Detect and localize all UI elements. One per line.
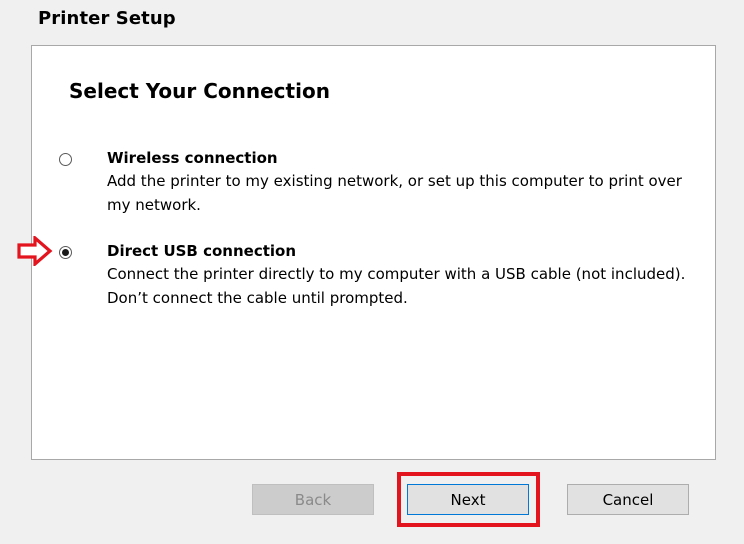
connection-panel: Select Your Connection Wireless connecti… — [31, 45, 716, 460]
radio-wireless[interactable] — [59, 153, 72, 166]
arrow-right-outline-icon — [17, 236, 53, 266]
window-title: Printer Setup — [38, 8, 176, 29]
cancel-button[interactable]: Cancel — [567, 484, 689, 515]
back-button[interactable]: Back — [252, 484, 374, 515]
panel-heading: Select Your Connection — [69, 79, 330, 103]
option-usb-description: Connect the printer directly to my compu… — [107, 265, 686, 307]
option-usb-title: Direct USB connection — [107, 242, 297, 260]
next-button-highlight — [397, 472, 540, 527]
option-wireless-text: Wireless connection Add the printer to m… — [107, 148, 697, 217]
option-usb-text: Direct USB connection Connect the printe… — [107, 241, 697, 310]
radio-usb[interactable] — [59, 246, 72, 259]
option-wireless-title: Wireless connection — [107, 149, 278, 167]
option-wireless-description: Add the printer to my existing network, … — [107, 172, 682, 214]
